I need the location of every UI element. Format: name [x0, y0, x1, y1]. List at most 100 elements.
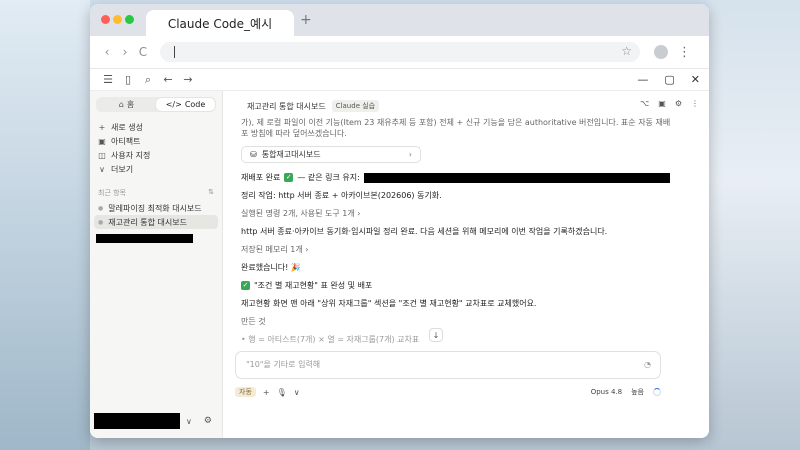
composer-toolbar: 자동 + 🎙 ∨ Opus 4.8 높음 — [235, 385, 661, 399]
search-icon[interactable]: ⌕ — [139, 73, 157, 87]
new-tab-button[interactable]: + — [300, 12, 312, 28]
conversation-header: 재고관리 통합 대시보드 Claude 실습 — [223, 95, 709, 117]
task-detail: 재고현황 화면 맨 아래 "상위 자재그룹" 섹션을 "조건 별 재고현황" 교… — [241, 299, 537, 308]
hamburger-menu-icon[interactable]: ☰ — [99, 73, 117, 86]
browser-tab-bar: Claude Code_예시 + — [90, 4, 709, 36]
window-controls: — ▢ ✕ — [637, 73, 700, 86]
conversation-log: 가), 제 로컬 파일이 이전 기능(Item 23 재유추제 등 포함) 전체… — [241, 117, 681, 345]
message-line: 가), 제 로컬 파일이 이전 기능(Item 23 재유추제 등 포함) 전체… — [241, 118, 671, 127]
sidebar-item-label: 아티팩트 — [111, 136, 141, 146]
close-window-button[interactable] — [101, 15, 110, 24]
redacted-link[interactable] — [363, 172, 670, 183]
back-icon[interactable]: ‹ — [98, 45, 116, 59]
mic-icon[interactable]: 🎙 — [277, 388, 287, 397]
model-selector[interactable]: Opus 4.8 — [591, 388, 622, 396]
effort-selector[interactable]: 높음 — [631, 387, 644, 397]
deploy-status: 재배포 완료 ✓ — 같은 링크 유지: — [241, 172, 681, 183]
browser-tab-active[interactable]: Claude Code_예시 — [146, 10, 294, 36]
mode-selector[interactable]: 자동 — [235, 387, 256, 397]
address-bar-caret — [174, 46, 175, 58]
made-title: 만든 것 — [241, 317, 266, 326]
sort-icon[interactable]: ⇅ — [208, 188, 214, 198]
panel-icon[interactable]: ▣ — [658, 99, 666, 108]
browser-window: Claude Code_예시 + ‹ › C ☆ ⋮ ☰ ▯ ⌕ ← → — ▢… — [90, 4, 709, 438]
done-text: 완료했습니다! 🎉 — [241, 263, 301, 272]
artifact-card-label: 통합재고대시보드 — [261, 150, 321, 159]
sidebar-project-item[interactable]: ● 말레파이징 최적화 대시보드 — [94, 201, 218, 215]
message-line: 포 방침에 따라 덮어쓰겠습니다. — [241, 129, 347, 138]
browser-menu-icon[interactable]: ⋮ — [678, 45, 691, 60]
redacted-account[interactable] — [94, 413, 180, 429]
message-input[interactable] — [246, 360, 626, 369]
executed-commands-toggle[interactable]: 실행된 명령 2개, 사용된 도구 1개 › — [241, 208, 681, 219]
sidebar-item-more[interactable]: ∨ 더보기 — [94, 162, 218, 176]
message-text: 가), 제 로컬 파일이 이전 기능(Item 23 재유추제 등 포함) 전체… — [241, 117, 681, 139]
artifact-icon: ▣ — [98, 136, 106, 146]
sidebar-item-customize[interactable]: ◫ 사용자 지정 — [94, 148, 218, 162]
task-title-row: ✓ "조건 별 재고현황" 표 완성 및 배포 — [241, 280, 681, 291]
chevron-right-icon: › — [408, 150, 412, 159]
summary-text: http 서버 종료·아카이브 동기화·임시파일 정리 완료. 다음 세션을 위… — [241, 227, 608, 236]
voice-icon[interactable]: ◔ — [644, 360, 651, 369]
project-dot-icon: ● — [98, 218, 104, 226]
account-avatar[interactable] — [654, 45, 668, 59]
plus-icon: + — [98, 122, 106, 132]
cleanup-text: 정리 작업: http 서버 종료 + 아카이브본(202606) 동기화. — [241, 191, 442, 200]
tab-home[interactable]: ⌂ 홈 — [97, 98, 156, 111]
forward-icon[interactable]: › — [116, 45, 134, 59]
dashboard-icon: ⛁ — [250, 150, 257, 159]
minimize-icon[interactable]: — — [637, 73, 648, 86]
artifact-card[interactable]: ⛁ 통합재고대시보드 › — [241, 146, 421, 163]
sidebar-item-label: 사용자 지정 — [111, 150, 151, 160]
sidebar-toggle-icon[interactable]: ▯ — [119, 73, 137, 86]
sidebar-item-new[interactable]: + 새로 생성 — [94, 120, 218, 134]
redacted-project — [96, 234, 193, 243]
faded-list-item: • 행 = 아티스트(7개) × 열 = 자재그룹(7개) 교차표 — [241, 335, 420, 344]
address-bar[interactable]: ☆ — [160, 42, 640, 62]
loading-spinner-icon — [653, 388, 661, 396]
project-label: 재고관리 통합 대시보드 — [108, 217, 187, 227]
arrow-left-icon[interactable]: ← — [159, 73, 177, 86]
saved-memory-toggle[interactable]: 저장된 메모리 1개 › — [241, 244, 681, 255]
home-icon: ⌂ — [118, 100, 124, 109]
sidebar-mode-switch: ⌂ 홈 </> Code — [96, 97, 216, 112]
gear-icon[interactable]: ⚙ — [675, 99, 682, 108]
model-controls: Opus 4.8 높음 — [591, 387, 661, 397]
recent-section-title: 최근 항목 — [98, 189, 126, 197]
task-title: "조건 별 재고현황" 표 완성 및 배포 — [254, 281, 373, 290]
sidebar-footer: ∨ ⚙ — [94, 412, 219, 430]
briefcase-icon: ◫ — [98, 150, 106, 160]
desktop-background-right — [708, 0, 800, 450]
recent-section-header: 최근 항목 ⇅ — [98, 188, 218, 198]
maximize-window-button[interactable] — [125, 15, 134, 24]
check-icon: ✓ — [284, 173, 294, 182]
reload-icon[interactable]: C — [134, 45, 152, 59]
app-toolbar: ☰ ▯ ⌕ ← → — ▢ ✕ — [90, 68, 709, 90]
scroll-down-button[interactable]: ↓ — [429, 328, 443, 342]
chevron-down-icon[interactable]: ∨ — [294, 388, 300, 397]
close-icon[interactable]: ✕ — [691, 73, 700, 86]
deploy-suffix: — 같은 링크 유지: — [297, 173, 360, 182]
tab-code-label: Code — [184, 100, 206, 109]
project-label: 말레파이징 최적화 대시보드 — [108, 203, 202, 213]
sidebar-project-item-selected[interactable]: ● 재고관리 통합 대시보드 — [94, 215, 218, 229]
project-dot-icon: ● — [98, 204, 104, 212]
minimize-window-button[interactable] — [113, 15, 122, 24]
terminal-icon[interactable]: ⌥ — [640, 99, 649, 108]
tab-home-label: 홈 — [126, 100, 135, 109]
app-body: ⌂ 홈 </> Code + 새로 생성 ▣ 아티팩트 ◫ 사용자 지정 ∨ 더… — [90, 90, 709, 438]
settings-icon[interactable]: ⚙ — [204, 416, 212, 426]
sidebar-item-artifacts[interactable]: ▣ 아티팩트 — [94, 134, 218, 148]
plus-icon[interactable]: + — [263, 388, 270, 397]
arrow-right-icon[interactable]: → — [179, 73, 197, 86]
project-badge: Claude 실습 — [331, 100, 380, 112]
code-icon: </> — [165, 100, 182, 109]
account-chevron-icon[interactable]: ∨ — [186, 417, 192, 426]
more-icon[interactable]: ⋮ — [691, 99, 699, 108]
page-title: 재고관리 통합 대시보드 — [247, 101, 326, 111]
bookmark-star-icon[interactable]: ☆ — [621, 44, 632, 58]
arrow-down-icon: ↓ — [432, 330, 440, 340]
maximize-icon[interactable]: ▢ — [664, 73, 674, 86]
tab-code[interactable]: </> Code — [156, 98, 215, 111]
chevron-down-icon: ∨ — [99, 164, 105, 174]
